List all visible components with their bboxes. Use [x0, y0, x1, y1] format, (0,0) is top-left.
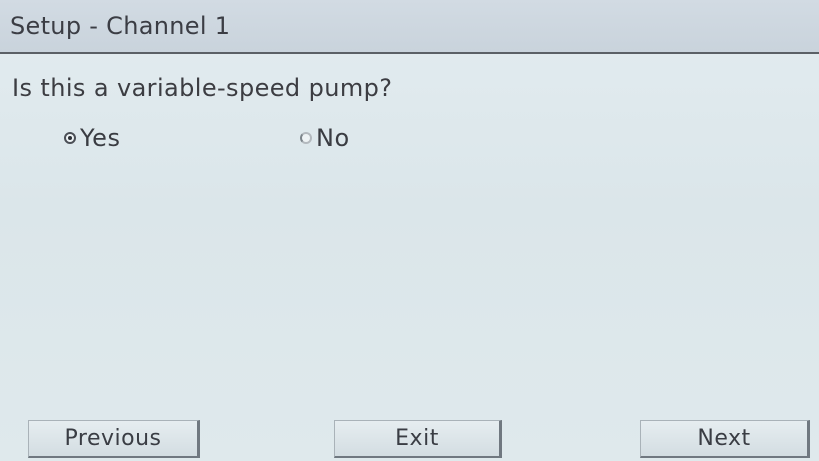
exit-button[interactable]: Exit: [334, 420, 502, 458]
question-text: Is this a variable-speed pump?: [12, 74, 393, 102]
title-bar: Setup - Channel 1: [0, 0, 819, 54]
radio-label-yes: Yes: [80, 124, 121, 152]
previous-button[interactable]: Previous: [28, 420, 200, 458]
radio-selected-icon[interactable]: [64, 132, 76, 144]
next-button[interactable]: Next: [640, 420, 810, 458]
radio-option-no[interactable]: No: [300, 124, 350, 152]
radio-unselected-icon[interactable]: [300, 132, 312, 144]
page-title: Setup - Channel 1: [10, 12, 231, 40]
radio-label-no: No: [316, 124, 350, 152]
setup-screen: Setup - Channel 1 Is this a variable-spe…: [0, 0, 819, 461]
radio-option-yes[interactable]: Yes: [64, 124, 121, 152]
